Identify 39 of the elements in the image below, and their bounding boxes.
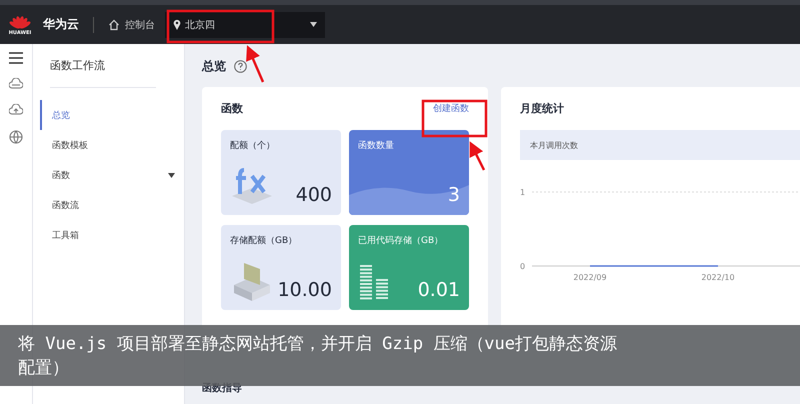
- sidebar-item[interactable]: 函数流: [40, 190, 185, 220]
- cloud-upload-icon[interactable]: [9, 104, 23, 116]
- caret-down-icon: [310, 22, 317, 27]
- x-tick-label: 2022/10: [701, 273, 735, 282]
- console-link[interactable]: 控制台: [108, 18, 155, 32]
- tile-value: 3: [448, 184, 460, 206]
- legend-bar: 本月调用次数: [520, 130, 800, 160]
- annotation-arrow: [246, 45, 264, 82]
- tile-label: 已用代码存储（GB）: [358, 234, 444, 247]
- y-tick-label: 1: [520, 188, 526, 197]
- tile-value: 0.01: [418, 279, 460, 301]
- tile-value: 400: [296, 184, 332, 206]
- x-tick-label: 2022/09: [573, 273, 607, 282]
- help-icon[interactable]: [234, 60, 247, 73]
- sidebar-item[interactable]: 总览: [40, 100, 185, 130]
- create-function-link[interactable]: 创建函数: [433, 102, 469, 115]
- card-title: 月度统计: [520, 101, 564, 116]
- home-icon: [108, 18, 120, 30]
- menu-icon[interactable]: [9, 52, 23, 64]
- sidebar-item[interactable]: 工具箱: [40, 220, 185, 250]
- flower-logo-icon: [9, 14, 31, 30]
- annotation-box: [422, 100, 488, 138]
- tile-value: 10.00: [278, 279, 332, 301]
- annotation-arrow: [470, 141, 486, 171]
- cloud-icon[interactable]: [9, 78, 23, 90]
- tile-label: 存储配额（GB）: [230, 234, 298, 247]
- location-pin-icon: [173, 19, 181, 30]
- page-title: 总览: [202, 58, 226, 75]
- y-tick-label: 0: [520, 262, 526, 271]
- sidebar-item[interactable]: 函数: [40, 160, 185, 190]
- brand-name: 华为云: [43, 16, 79, 33]
- card-title: 函数: [221, 101, 243, 116]
- region-dropdown[interactable]: 北京四: [165, 12, 325, 38]
- tile-label: 函数数量: [358, 140, 395, 152]
- sidebar-item[interactable]: 函数模板: [40, 130, 185, 160]
- sidebar-title: 函数工作流: [50, 58, 156, 88]
- tile-label: 配额（个）: [230, 140, 276, 152]
- globe-icon[interactable]: [9, 130, 23, 144]
- caption-overlay: 将 Vue.js 项目部署至静态网站托管，并开启 Gzip 压缩（vue打包静态资源配置）: [0, 325, 800, 386]
